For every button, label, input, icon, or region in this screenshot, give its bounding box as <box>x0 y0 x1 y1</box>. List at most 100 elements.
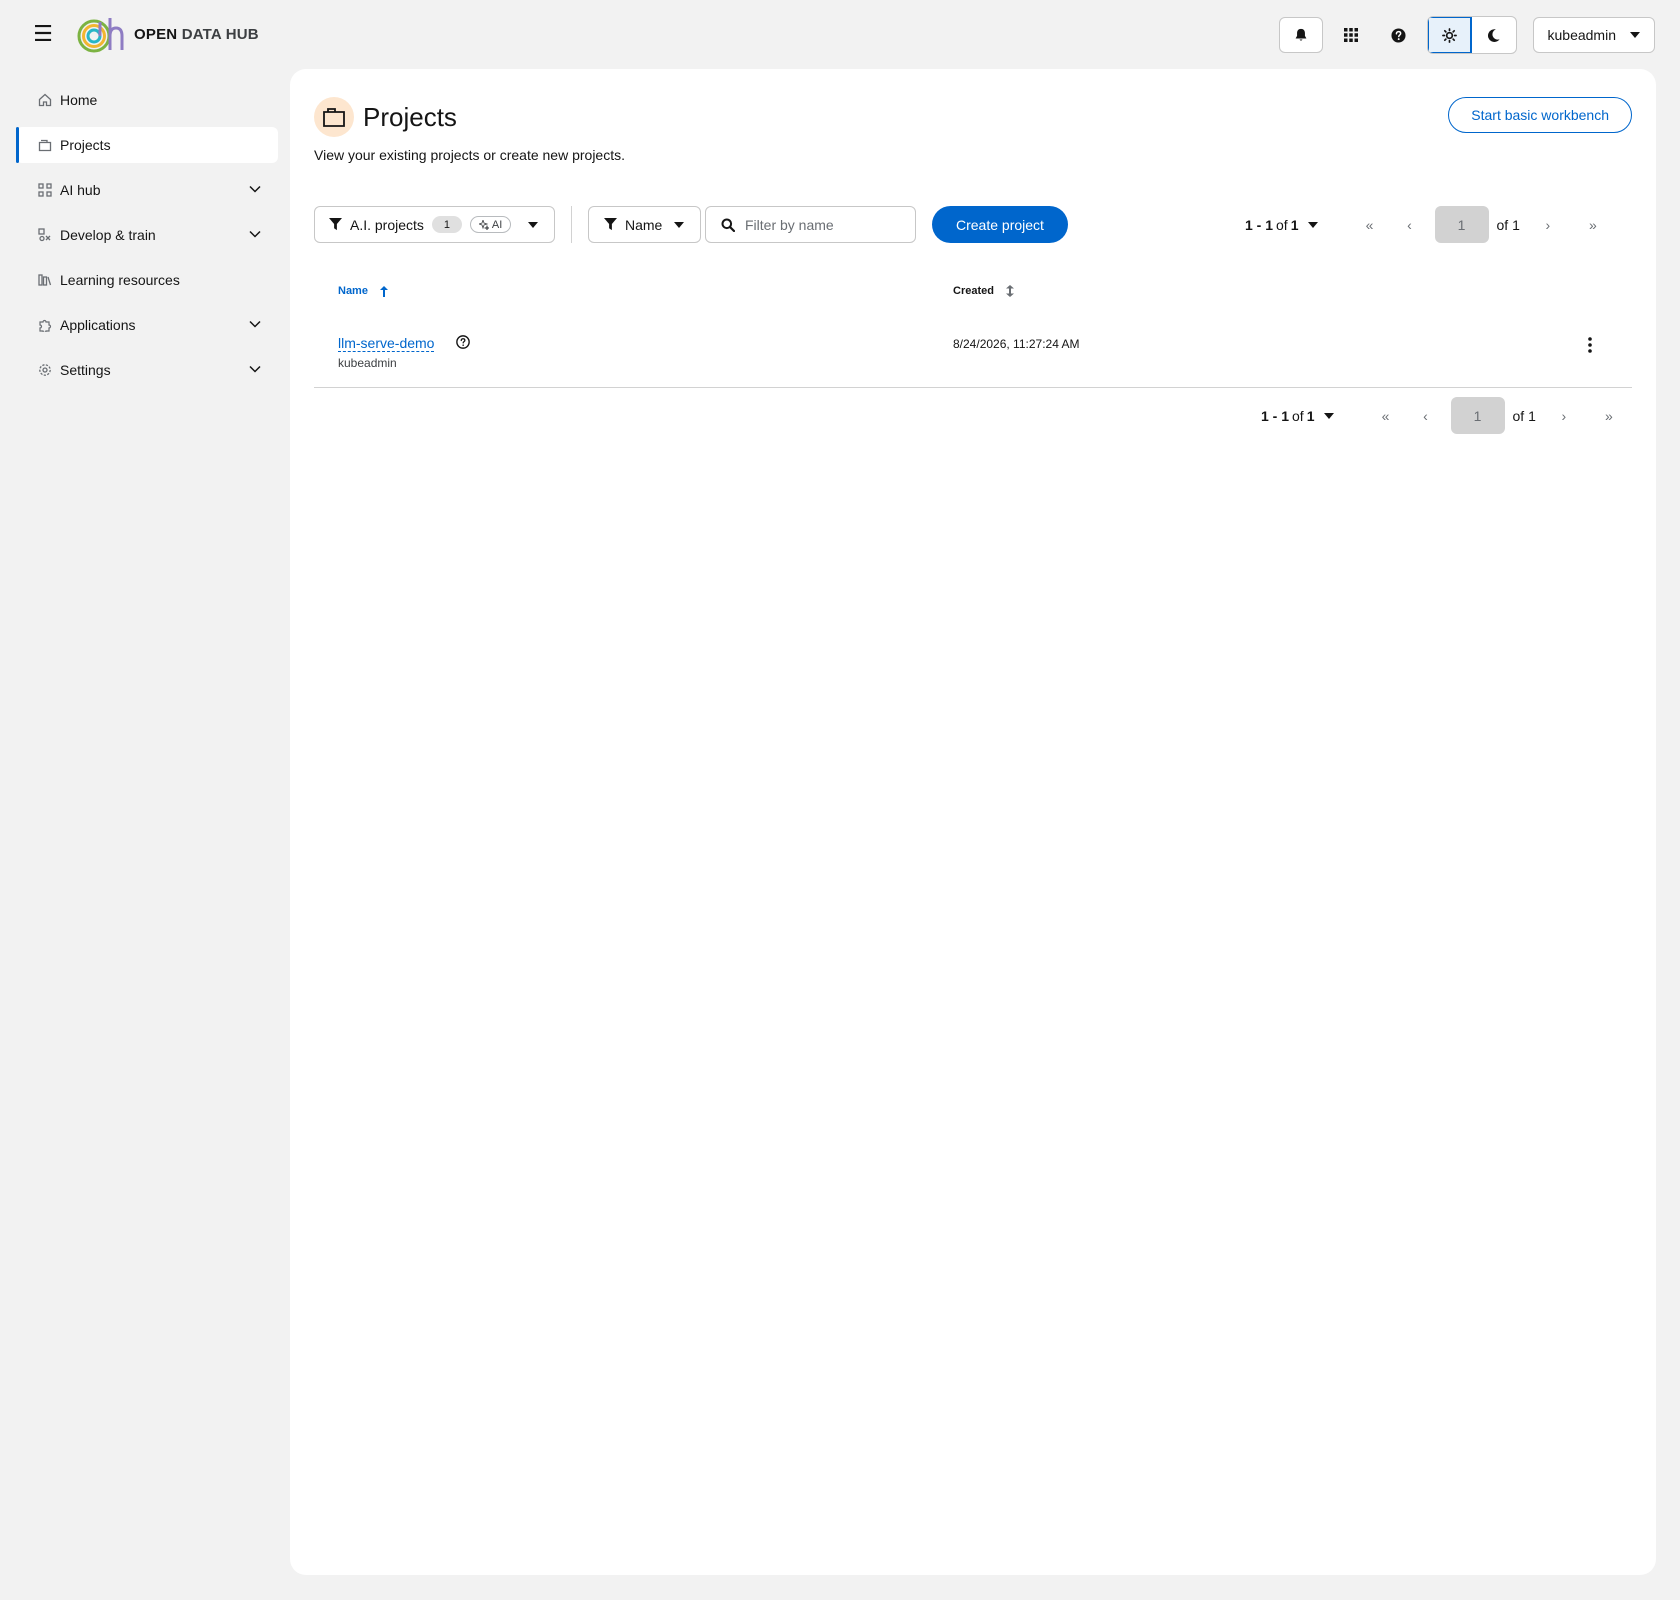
sidebar-item-label: Develop & train <box>60 227 156 243</box>
app-launcher-button[interactable] <box>1331 17 1371 53</box>
filter-icon <box>604 218 617 231</box>
first-page-button[interactable]: « <box>1350 207 1390 243</box>
start-basic-workbench-button[interactable]: Start basic workbench <box>1448 97 1632 133</box>
notifications-button[interactable] <box>1278 17 1323 53</box>
kebab-icon <box>1588 337 1592 353</box>
filter-icon <box>329 218 342 231</box>
project-created-date: 8/24/2026, 11:27:24 AM <box>953 337 1080 351</box>
previous-page-button[interactable]: ‹ <box>1406 398 1446 434</box>
masthead-tools: kubeadmin <box>1278 16 1655 54</box>
sort-icon <box>1005 285 1014 297</box>
create-project-button[interactable]: Create project <box>932 206 1068 243</box>
column-header-name[interactable]: Name <box>338 285 388 297</box>
sidebar-item-settings[interactable]: Settings <box>16 352 278 388</box>
chevron-down-icon[interactable] <box>248 362 262 376</box>
attribute-filter-label: Name <box>625 216 663 233</box>
sparkle-icon <box>478 219 489 230</box>
chevron-down-icon[interactable] <box>248 227 262 241</box>
sort-ascending-icon <box>379 285 388 297</box>
bell-icon <box>1295 28 1306 41</box>
user-name: kubeadmin <box>1547 27 1617 43</box>
page-number-input[interactable]: 1 <box>1450 397 1505 434</box>
sidebar-item-projects[interactable]: Projects <box>16 127 278 163</box>
theme-toggle-group <box>1426 16 1517 54</box>
column-header-created[interactable]: Created <box>953 285 1014 297</box>
double-chevron-right-icon: » <box>1588 216 1597 233</box>
chevron-left-icon: ‹ <box>1407 216 1412 233</box>
row-actions-button[interactable] <box>1578 331 1602 359</box>
caret-down-icon <box>1307 221 1318 228</box>
dark-theme-button[interactable] <box>1472 17 1516 53</box>
project-filter-label: A.I. projects <box>350 216 424 233</box>
chevron-down-icon[interactable] <box>248 317 262 331</box>
sidebar-item-develop-train[interactable]: Develop & train <box>16 217 278 253</box>
pagination-top: 1 - 1 of 1 « ‹ 1 of 1 › » <box>1245 206 1613 243</box>
last-page-button[interactable]: » <box>1589 398 1629 434</box>
project-name-link[interactable]: llm-serve-demo <box>338 335 435 352</box>
double-chevron-right-icon: » <box>1604 407 1613 424</box>
sun-icon <box>1441 27 1457 43</box>
next-page-button[interactable]: › <box>1528 207 1568 243</box>
help-button[interactable] <box>1379 17 1419 53</box>
main-content: Projects View your existing projects or … <box>290 69 1656 1575</box>
sidebar-item-home[interactable]: Home <box>16 82 278 118</box>
chevron-left-icon: ‹ <box>1423 407 1428 424</box>
brand-name: OPEN DATA HUB <box>134 25 259 43</box>
per-page-toggle[interactable]: 1 - 1 of 1 <box>1261 408 1334 424</box>
gear-icon <box>39 364 51 376</box>
page-title: Projects <box>363 101 457 132</box>
grid-icon <box>1343 28 1358 42</box>
hamburger-icon: ☰ <box>33 21 53 46</box>
sidebar-item-label: Home <box>60 92 98 108</box>
attribute-filter-select[interactable]: Name <box>588 206 701 243</box>
sidebar-item-label: Settings <box>60 362 111 378</box>
menu-toggle-button[interactable]: ☰ <box>30 20 56 48</box>
previous-page-button[interactable]: ‹ <box>1390 207 1430 243</box>
next-page-button[interactable]: › <box>1544 398 1584 434</box>
sidebar-item-ai-hub[interactable]: AI hub <box>16 172 278 208</box>
pagination-bottom: 1 - 1 of 1 « ‹ 1 of 1 › » <box>1261 397 1629 434</box>
page-number-input[interactable]: 1 <box>1434 206 1489 243</box>
odh-logo-icon <box>77 18 124 53</box>
table-row: llm-serve-demo kubeadmin 8/24/2026, 11:2… <box>314 309 1632 388</box>
question-circle-icon[interactable] <box>456 335 470 349</box>
first-page-button[interactable]: « <box>1366 398 1406 434</box>
brand-logo[interactable]: OPEN DATA HUB <box>76 14 259 54</box>
project-owner: kubeadmin <box>338 356 397 370</box>
page-description: View your existing projects or create ne… <box>314 147 625 163</box>
search-icon <box>721 218 735 232</box>
sidebar-item-learning-resources[interactable]: Learning resources <box>16 262 278 298</box>
caret-down-icon <box>1323 412 1334 419</box>
moon-icon <box>1487 28 1500 42</box>
sidebar-item-label: AI hub <box>60 182 101 198</box>
puzzle-icon <box>39 319 52 332</box>
user-menu-button[interactable]: kubeadmin <box>1532 17 1655 53</box>
filter-count-badge: 1 <box>431 216 462 233</box>
page-count: of 1 <box>1512 407 1536 424</box>
home-icon <box>38 93 52 107</box>
page-count: of 1 <box>1496 216 1520 233</box>
folder-icon <box>323 108 345 127</box>
question-circle-icon <box>1391 27 1406 43</box>
develop-icon <box>38 228 51 242</box>
caret-down-icon <box>674 222 684 228</box>
chevron-right-icon: › <box>1561 407 1567 424</box>
ai-label: AI <box>469 216 512 233</box>
caret-down-icon <box>528 222 538 228</box>
sidebar-nav: Home Projects AI hub Develop & train Lea… <box>16 82 278 397</box>
page-header: Projects <box>314 97 457 137</box>
project-type-filter[interactable]: A.I. projects 1 AI <box>314 206 555 243</box>
search-box <box>705 206 916 243</box>
sidebar-item-applications[interactable]: Applications <box>16 307 278 343</box>
sidebar-item-label: Projects <box>60 137 111 153</box>
sidebar-item-label: Applications <box>60 317 136 333</box>
double-chevron-left-icon: « <box>1365 216 1374 233</box>
chevron-right-icon: › <box>1545 216 1551 233</box>
chevron-down-icon[interactable] <box>248 182 262 196</box>
project-header-icon <box>314 97 354 137</box>
filter-by-name-input[interactable] <box>745 216 905 233</box>
light-theme-button[interactable] <box>1427 17 1472 53</box>
sidebar-item-label: Learning resources <box>60 272 180 288</box>
last-page-button[interactable]: » <box>1573 207 1613 243</box>
per-page-toggle[interactable]: 1 - 1 of 1 <box>1245 217 1318 233</box>
